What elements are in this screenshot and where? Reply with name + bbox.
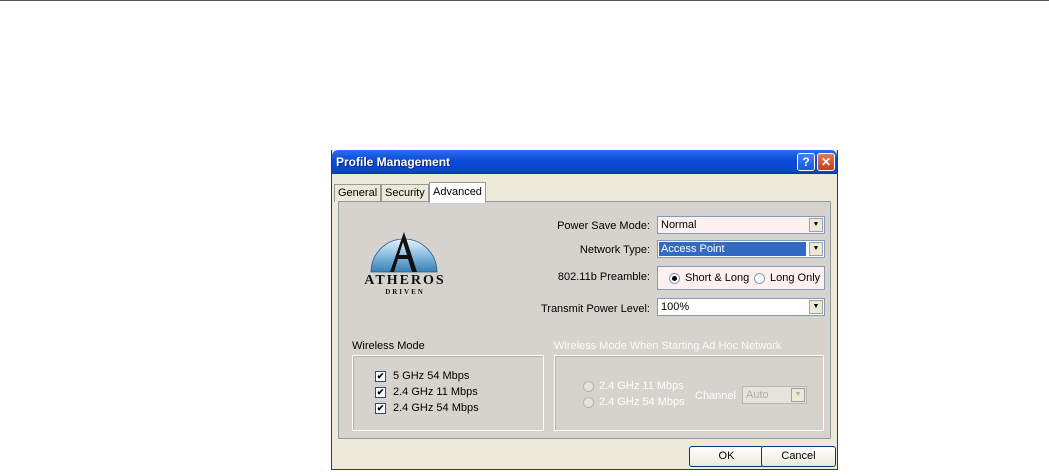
preamble-short-long-radio[interactable] bbox=[669, 273, 680, 284]
transmit-power-value: 100% bbox=[661, 301, 690, 313]
adhoc-mode-title: Wireless Mode When Starting Ad Hoc Netwo… bbox=[554, 340, 782, 352]
power-save-label: Power Save Mode: bbox=[557, 220, 650, 232]
mode-24ghz-54-label: 2.4 GHz 54 Mbps bbox=[393, 402, 479, 414]
chevron-down-icon[interactable]: ▼ bbox=[809, 242, 823, 256]
power-save-value: Normal bbox=[661, 219, 697, 231]
preamble-options: Short & Long Long Only bbox=[657, 266, 825, 290]
channel-value: Auto bbox=[746, 389, 769, 401]
network-type-value: Access Point bbox=[659, 242, 806, 256]
chevron-down-icon[interactable]: ▼ bbox=[791, 388, 805, 402]
help-button[interactable]: ? bbox=[797, 153, 815, 171]
mode-5ghz-54-checkbox[interactable] bbox=[375, 371, 386, 382]
wireless-mode-title: Wireless Mode bbox=[352, 340, 425, 352]
close-icon: ✕ bbox=[820, 155, 832, 169]
tab-security[interactable]: Security bbox=[381, 184, 429, 202]
help-icon: ? bbox=[802, 155, 810, 169]
window-title: Profile Management bbox=[336, 155, 451, 169]
logo-subtitle: DRIVEN bbox=[385, 288, 425, 296]
channel-label: Channel bbox=[695, 390, 736, 402]
chevron-down-icon[interactable]: ▼ bbox=[809, 300, 823, 314]
adhoc-mode-group: 2.4 GHz 11 Mbps 2.4 GHz 54 Mbps Channel … bbox=[554, 355, 824, 431]
profile-management-dialog: Profile Management ? ✕ General Security … bbox=[331, 150, 838, 470]
transmit-power-label: Transmit Power Level: bbox=[540, 303, 650, 315]
adhoc-24ghz-54-label: 2.4 GHz 54 Mbps bbox=[599, 396, 685, 408]
tab-general[interactable]: General bbox=[334, 184, 382, 202]
adhoc-24ghz-54-radio[interactable] bbox=[583, 397, 594, 408]
advanced-panel: ATHEROS DRIVEN Power Save Mode: Normal ▼… bbox=[338, 201, 831, 439]
mode-24ghz-11-checkbox[interactable] bbox=[375, 387, 386, 398]
channel-select[interactable]: Auto ▼ bbox=[742, 386, 807, 404]
chevron-down-icon[interactable]: ▼ bbox=[809, 218, 823, 232]
network-type-label: Network Type: bbox=[579, 244, 650, 256]
wireless-mode-group: 5 GHz 54 Mbps 2.4 GHz 11 Mbps 2.4 GHz 54… bbox=[352, 355, 544, 431]
adhoc-24ghz-11-radio[interactable] bbox=[583, 381, 594, 392]
mode-5ghz-54-label: 5 GHz 54 Mbps bbox=[393, 370, 470, 382]
mode-24ghz-11-label: 2.4 GHz 11 Mbps bbox=[393, 386, 478, 398]
power-save-select[interactable]: Normal ▼ bbox=[657, 216, 825, 234]
close-button[interactable]: ✕ bbox=[817, 153, 835, 171]
preamble-label: 802.11b Preamble: bbox=[557, 271, 650, 283]
tab-advanced[interactable]: Advanced bbox=[429, 182, 486, 203]
preamble-long-only-radio[interactable] bbox=[754, 273, 765, 284]
title-bar[interactable]: Profile Management ? ✕ bbox=[332, 150, 837, 174]
cancel-button[interactable]: Cancel bbox=[761, 446, 836, 467]
transmit-power-select[interactable]: 100% ▼ bbox=[657, 298, 825, 316]
ok-button[interactable]: OK bbox=[689, 446, 764, 467]
preamble-long-only-label: Long Only bbox=[770, 272, 821, 284]
top-rule bbox=[0, 0, 1049, 1]
network-type-select[interactable]: Access Point ▼ bbox=[657, 240, 825, 258]
adhoc-24ghz-11-label: 2.4 GHz 11 Mbps bbox=[599, 380, 684, 392]
logo-wordmark: ATHEROS bbox=[364, 273, 446, 288]
mode-24ghz-54-checkbox[interactable] bbox=[375, 403, 386, 414]
preamble-short-long-label: Short & Long bbox=[685, 272, 750, 284]
